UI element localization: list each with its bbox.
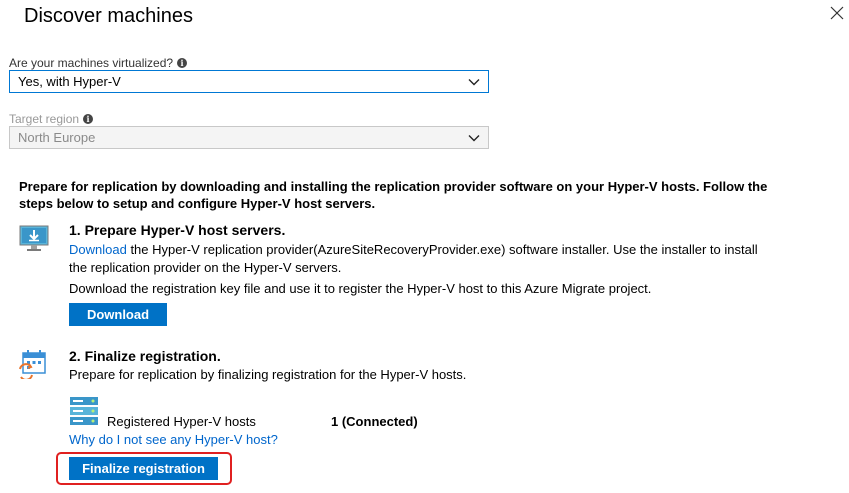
region-label-text: Target region — [9, 112, 80, 126]
region-label: Target region i — [9, 112, 94, 126]
page-title: Discover machines — [24, 5, 193, 27]
download-button[interactable]: Download — [69, 303, 167, 326]
registered-hosts-label: Registered Hyper-V hosts — [107, 414, 256, 429]
download-monitor-icon — [19, 225, 49, 251]
step1-title: 1. Prepare Hyper-V host servers. — [69, 222, 286, 238]
virtualized-select[interactable]: Yes, with Hyper-V — [9, 70, 489, 93]
chevron-down-icon — [468, 135, 480, 142]
registered-hosts-value: 1 (Connected) — [331, 414, 418, 429]
info-icon[interactable]: i — [177, 58, 188, 68]
region-select: North Europe — [9, 126, 489, 149]
download-link[interactable]: Download — [69, 242, 127, 257]
close-icon[interactable] — [829, 5, 845, 21]
step2-description: Prepare for replication by finalizing re… — [69, 367, 467, 382]
help-link[interactable]: Why do I not see any Hyper-V host? — [69, 431, 278, 449]
server-icon — [70, 397, 98, 425]
virtualized-label: Are your machines virtualized? i — [9, 56, 188, 70]
step2-title: 2. Finalize registration. — [69, 348, 221, 364]
info-icon[interactable]: i — [83, 114, 94, 124]
virtualized-label-text: Are your machines virtualized? — [9, 56, 174, 70]
finalize-registration-button[interactable]: Finalize registration — [69, 457, 218, 480]
region-select-value: North Europe — [18, 130, 96, 145]
step1-description-text: the Hyper-V replication provider(AzureSi… — [69, 242, 758, 275]
step1-key-text: Download the registration key file and u… — [69, 281, 652, 296]
calendar-refresh-icon — [19, 350, 46, 379]
chevron-down-icon — [468, 79, 480, 86]
virtualized-select-value: Yes, with Hyper-V — [18, 74, 121, 89]
intro-text: Prepare for replication by downloading a… — [19, 179, 768, 211]
step1-description: Download the Hyper-V replication provide… — [69, 241, 769, 277]
